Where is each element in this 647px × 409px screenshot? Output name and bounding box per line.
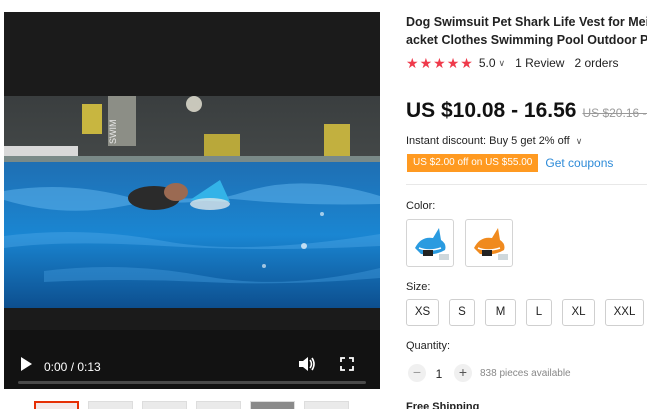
quantity-value[interactable]: 1	[433, 367, 445, 381]
thumbnail-5[interactable]	[250, 401, 295, 409]
shipping-label: Free Shipping	[406, 401, 480, 409]
price-row: US $10.08 - 16.56 US $20.16 - 3	[406, 99, 647, 125]
thumbnail-4[interactable]	[196, 401, 241, 409]
size-option-xs[interactable]: XS	[406, 299, 439, 326]
color-option-orange[interactable]	[465, 219, 513, 267]
star-icon: ★	[419, 55, 433, 71]
shark-vest-blue-image	[415, 228, 449, 260]
star-icon: ★	[446, 55, 460, 71]
pieces-available: 838 pieces available	[480, 368, 571, 379]
video-controls: 0:00 / 0:13	[4, 330, 380, 389]
fullscreen-icon[interactable]	[340, 357, 354, 371]
thumbnail-3[interactable]	[142, 401, 187, 409]
thumbnail-2[interactable]	[88, 401, 133, 409]
thumbnail-1[interactable]	[34, 401, 79, 409]
quantity-label: Quantity:	[406, 340, 451, 352]
shark-vest-orange-image	[474, 228, 508, 260]
rating-row: ★ ★ ★ ★ ★ 5.0 ∨ 1 Review 2 orders	[406, 56, 628, 70]
size-label: Size:	[406, 281, 431, 293]
size-option-m[interactable]: M	[485, 299, 516, 326]
video-player[interactable]: SWIM 0:00 / 0:13	[4, 12, 380, 389]
product-title-line-1: Dog Swimsuit Pet Shark Life Vest for Mei…	[406, 15, 647, 29]
price: US $10.08 - 16.56	[406, 99, 577, 122]
size-option-l[interactable]: L	[526, 299, 552, 326]
video-frame[interactable]: SWIM	[4, 96, 380, 308]
divider	[406, 184, 647, 185]
color-option-blue[interactable]	[406, 219, 454, 267]
rating-value[interactable]: 5.0	[479, 56, 496, 70]
star-rating: ★ ★ ★ ★ ★	[406, 56, 473, 70]
instant-discount-text: Instant discount: Buy 5 get 2% off	[406, 135, 570, 147]
orders-count: 2 orders	[574, 56, 619, 70]
play-icon[interactable]	[18, 356, 34, 372]
instant-discount[interactable]: Instant discount: Buy 5 get 2% off ∨	[406, 135, 582, 147]
original-price: US $20.16 - 3	[582, 106, 647, 120]
reviews-link[interactable]: 1 Review	[515, 56, 564, 70]
size-option-xl[interactable]: XL	[562, 299, 595, 326]
product-title-line-2: acket Clothes Swimming Pool Outdoor Pets…	[406, 33, 647, 47]
video-progress-bar[interactable]	[18, 381, 366, 384]
quantity-increase-button[interactable]: +	[454, 364, 472, 382]
quantity-decrease-button[interactable]: −	[408, 364, 426, 382]
star-icon: ★	[433, 55, 446, 71]
star-icon: ★	[406, 55, 419, 71]
product-title: Dog Swimsuit Pet Shark Life Vest for Mei…	[406, 13, 647, 49]
chevron-down-icon[interactable]: ∨	[499, 58, 506, 69]
video-time: 0:00 / 0:13	[44, 360, 101, 374]
chevron-down-icon: ∨	[575, 136, 583, 146]
color-label: Color:	[406, 200, 436, 212]
coupon-row: US $2.00 off on US $55.00 Get coupons	[407, 154, 613, 172]
thumbnail-strip	[34, 401, 349, 409]
volume-icon[interactable]	[298, 356, 316, 372]
video-scene-image: SWIM	[4, 96, 380, 308]
svg-text:SWIM: SWIM	[108, 120, 118, 145]
size-option-xxl[interactable]: XXL	[605, 299, 644, 326]
coupon-badge: US $2.00 off on US $55.00	[407, 154, 539, 172]
thumbnail-6[interactable]	[304, 401, 349, 409]
size-option-s[interactable]: S	[449, 299, 475, 326]
get-coupons-link[interactable]: Get coupons	[545, 156, 613, 170]
star-icon: ★	[460, 55, 473, 71]
